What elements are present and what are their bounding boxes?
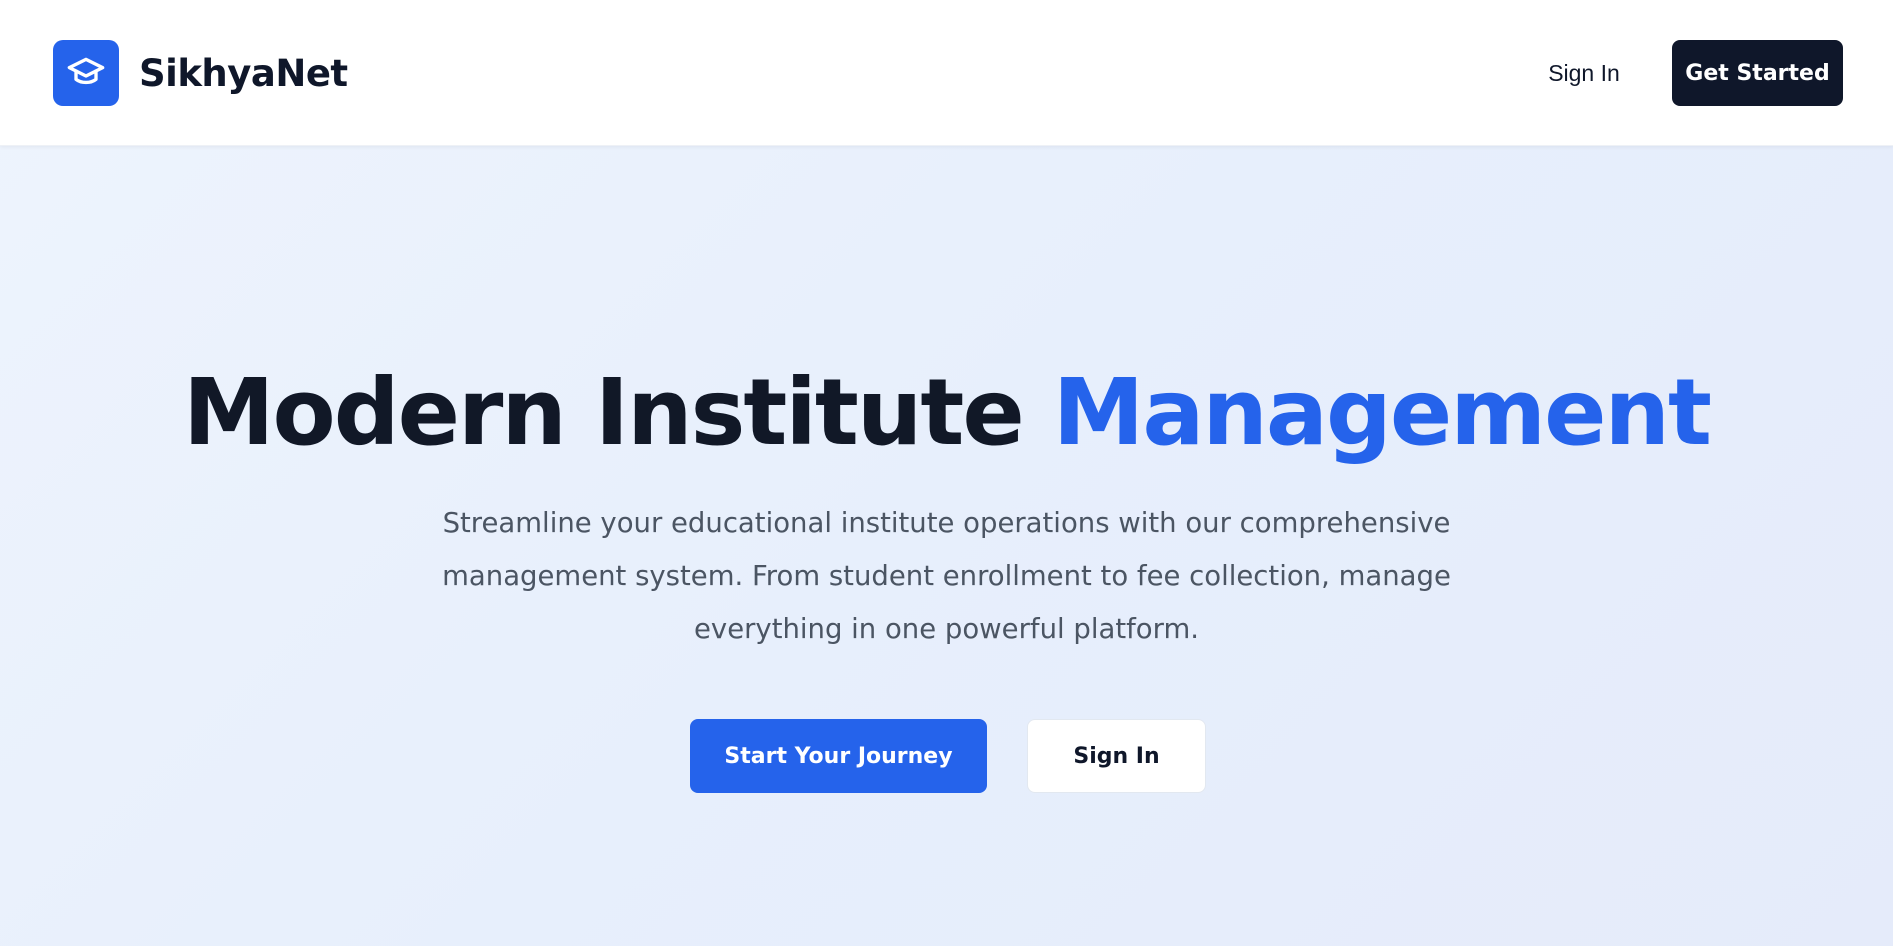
hero-subtitle: Streamline your educational institute op… (442, 507, 1451, 645)
start-journey-button[interactable]: Start Your Journey (690, 719, 987, 793)
hero-title-accent: Management (1052, 359, 1712, 466)
brand-logo[interactable]: SikhyaNet (53, 40, 348, 106)
get-started-button[interactable]: Get Started (1672, 40, 1843, 106)
brand-name: SikhyaNet (139, 51, 348, 95)
logo-badge (53, 40, 119, 106)
graduation-cap-icon (66, 51, 106, 95)
hero-title-main: Modern Institute (183, 359, 1025, 466)
top-navbar: SikhyaNet Sign In Get Started (0, 0, 1893, 146)
nav-sign-in-button[interactable]: Sign In (1522, 40, 1646, 106)
hero-sign-in-button[interactable]: Sign In (1027, 719, 1206, 793)
hero-title: Modern Institute Management (0, 355, 1893, 470)
